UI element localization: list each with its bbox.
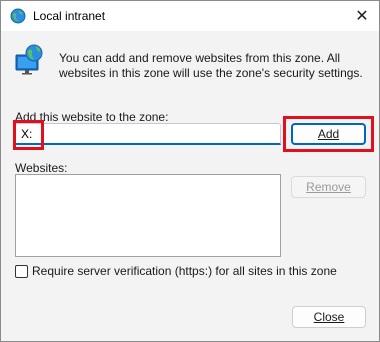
remove-button[interactable]: Remove: [291, 176, 366, 198]
close-button[interactable]: Close: [292, 306, 366, 328]
websites-list[interactable]: [15, 174, 281, 257]
title-bar: Local intranet ✕: [1, 1, 379, 31]
local-intranet-dialog: Local intranet ✕ You can add and remove …: [0, 0, 380, 342]
require-https-row[interactable]: Require server verification (https:) for…: [15, 264, 337, 278]
zone-info-text: You can add and remove websites from thi…: [59, 51, 363, 80]
require-https-checkbox[interactable]: [15, 264, 28, 278]
website-input[interactable]: [15, 123, 281, 145]
window-title: Local intranet: [33, 9, 106, 23]
close-icon[interactable]: ✕: [347, 1, 377, 31]
websites-label: Websites:: [15, 161, 68, 175]
add-website-label: Add this website to the zone:: [15, 110, 169, 124]
require-https-label: Require server verification (https:) for…: [32, 264, 337, 278]
globe-icon: [10, 8, 26, 24]
globe-monitor-icon: [15, 44, 43, 75]
add-button[interactable]: Add: [291, 123, 366, 145]
